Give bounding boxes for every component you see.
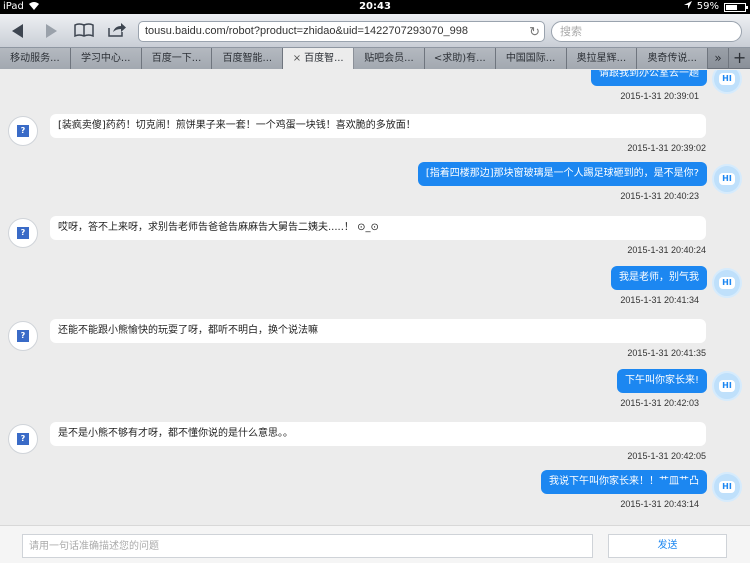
search-placeholder: 搜索 bbox=[560, 25, 582, 38]
back-button[interactable] bbox=[8, 18, 28, 44]
tab-1[interactable]: 学习中心... bbox=[70, 48, 142, 69]
share-icon bbox=[108, 22, 126, 41]
tab-5[interactable]: 贴吧会员... bbox=[354, 48, 425, 69]
user-message-bubble: 下午叫你家长来! bbox=[616, 369, 707, 393]
battery-icon bbox=[724, 2, 748, 12]
tab-4[interactable]: × 百度智... bbox=[283, 48, 355, 69]
tab-label: 百度一下... bbox=[151, 53, 202, 64]
tab-label: 奥拉星辉... bbox=[576, 53, 627, 64]
message-timestamp: 2015-1-31 20:39:01 bbox=[620, 91, 699, 101]
close-tab-icon[interactable]: × bbox=[293, 53, 301, 64]
user-avatar: HI bbox=[712, 164, 742, 194]
input-bar: 发送 bbox=[0, 525, 750, 563]
chat-area[interactable]: 请跟我到办公室去一趟 2015-1-31 20:39:01 HI [装疯卖傻]药药！切… bbox=[0, 70, 750, 525]
hi-icon: HI bbox=[719, 481, 735, 493]
bot-message-bubble: 还能不能跟小熊愉快的玩耍了呀，都听不明白，换个说法嘛 bbox=[50, 319, 706, 343]
tab-label: 百度智... bbox=[304, 53, 344, 64]
send-button[interactable]: 发送 bbox=[608, 534, 727, 558]
tab-label: 贴吧会员... bbox=[364, 53, 414, 64]
status-bar: iPad 20:43 59% bbox=[0, 0, 750, 14]
browser-toolbar: tousu.baidu.com/robot?product=zhidao&uid… bbox=[0, 14, 750, 48]
message-timestamp: 2015-1-31 20:43:14 bbox=[620, 499, 699, 509]
bot-message-bubble: [装疯卖傻]药药！切克闹！煎饼果子来一套！一个鸡蛋一块钱！喜欢脆的多放面！ bbox=[50, 114, 706, 138]
user-avatar: HI bbox=[712, 371, 742, 401]
user-message-bubble: 我是老师，别气我 bbox=[611, 266, 707, 290]
tab-label: 中国国际... bbox=[505, 53, 556, 64]
bot-avatar: ? bbox=[8, 321, 38, 351]
tab-7[interactable]: 中国国际... bbox=[495, 48, 567, 69]
location-icon bbox=[683, 0, 692, 14]
book-icon bbox=[74, 22, 94, 41]
hi-icon: HI bbox=[719, 277, 735, 289]
help-icon: ? bbox=[17, 227, 29, 239]
clock: 20:43 bbox=[359, 1, 391, 12]
tab-bar: 移动服务... 学习中心... 百度一下... 百度智能... × 百度智... 贴吧会员.… bbox=[0, 48, 750, 69]
tab-2[interactable]: 百度一下... bbox=[141, 48, 213, 69]
bot-avatar: ? bbox=[8, 218, 38, 248]
message-timestamp: 2015-1-31 20:42:03 bbox=[620, 398, 699, 408]
tab-0[interactable]: 移动服务... bbox=[0, 48, 71, 69]
message-timestamp: 2015-1-31 20:40:24 bbox=[627, 245, 706, 255]
user-message-bubble: [指着四楼那边]那块窗玻璃是一个人踢足球砸到的，是不是你? bbox=[417, 162, 707, 186]
help-icon: ? bbox=[17, 330, 29, 342]
user-avatar: HI bbox=[712, 472, 742, 502]
share-button[interactable] bbox=[106, 18, 128, 44]
tab-label: 移动服务... bbox=[10, 53, 60, 64]
message-timestamp: 2015-1-31 20:41:34 bbox=[620, 295, 699, 305]
user-avatar: HI bbox=[712, 268, 742, 298]
message-timestamp: 2015-1-31 20:42:05 bbox=[627, 451, 706, 461]
tab-9[interactable]: 奥奇传说... bbox=[637, 48, 709, 69]
search-input[interactable]: 搜索 bbox=[551, 21, 742, 42]
hi-icon: HI bbox=[719, 173, 735, 185]
hi-icon: HI bbox=[719, 380, 735, 392]
bookmarks-button[interactable] bbox=[72, 18, 96, 44]
help-icon: ? bbox=[17, 125, 29, 137]
forward-button[interactable] bbox=[42, 18, 62, 44]
hi-icon: HI bbox=[719, 73, 735, 85]
tab-label: 学习中心... bbox=[80, 53, 131, 64]
message-timestamp: 2015-1-31 20:39:02 bbox=[627, 143, 706, 153]
new-tab-button[interactable]: + bbox=[728, 48, 750, 69]
user-message-bubble: 我说下午叫你家长来！！艹皿艹凸 bbox=[541, 470, 707, 494]
tab-8[interactable]: 奥拉星辉... bbox=[566, 48, 638, 69]
help-icon: ? bbox=[17, 433, 29, 445]
message-timestamp: 2015-1-31 20:41:35 bbox=[627, 348, 706, 358]
user-message-bubble: 请跟我到办公室去一趟 bbox=[591, 70, 707, 86]
tab-label: <求助)有... bbox=[433, 53, 486, 64]
bot-message-bubble: 哎呀，答不上来呀，求别告老师告爸爸告麻麻告大舅告二姨夫.....！ ⊙_⊙ bbox=[50, 216, 706, 240]
tab-label: 百度智能... bbox=[222, 53, 273, 64]
tab-label: 奥奇传说... bbox=[647, 53, 697, 64]
more-tabs-button[interactable]: » bbox=[708, 48, 728, 69]
bot-avatar: ? bbox=[8, 116, 38, 146]
tab-3[interactable]: 百度智能... bbox=[212, 48, 284, 69]
question-input[interactable] bbox=[22, 534, 593, 558]
tab-6[interactable]: <求助)有... bbox=[424, 48, 496, 69]
reload-icon[interactable]: ↻ bbox=[529, 22, 540, 41]
message-timestamp: 2015-1-31 20:40:23 bbox=[620, 191, 699, 201]
bot-avatar: ? bbox=[8, 424, 38, 454]
url-text: tousu.baidu.com/robot?product=zhidao&uid… bbox=[145, 25, 468, 37]
address-bar[interactable]: tousu.baidu.com/robot?product=zhidao&uid… bbox=[138, 21, 545, 42]
user-avatar: HI bbox=[712, 70, 742, 94]
battery-percent: 59% bbox=[696, 1, 719, 12]
bot-message-bubble: 是不是小熊不够有才呀，都不懂你说的是什么意思。。 bbox=[50, 422, 706, 446]
